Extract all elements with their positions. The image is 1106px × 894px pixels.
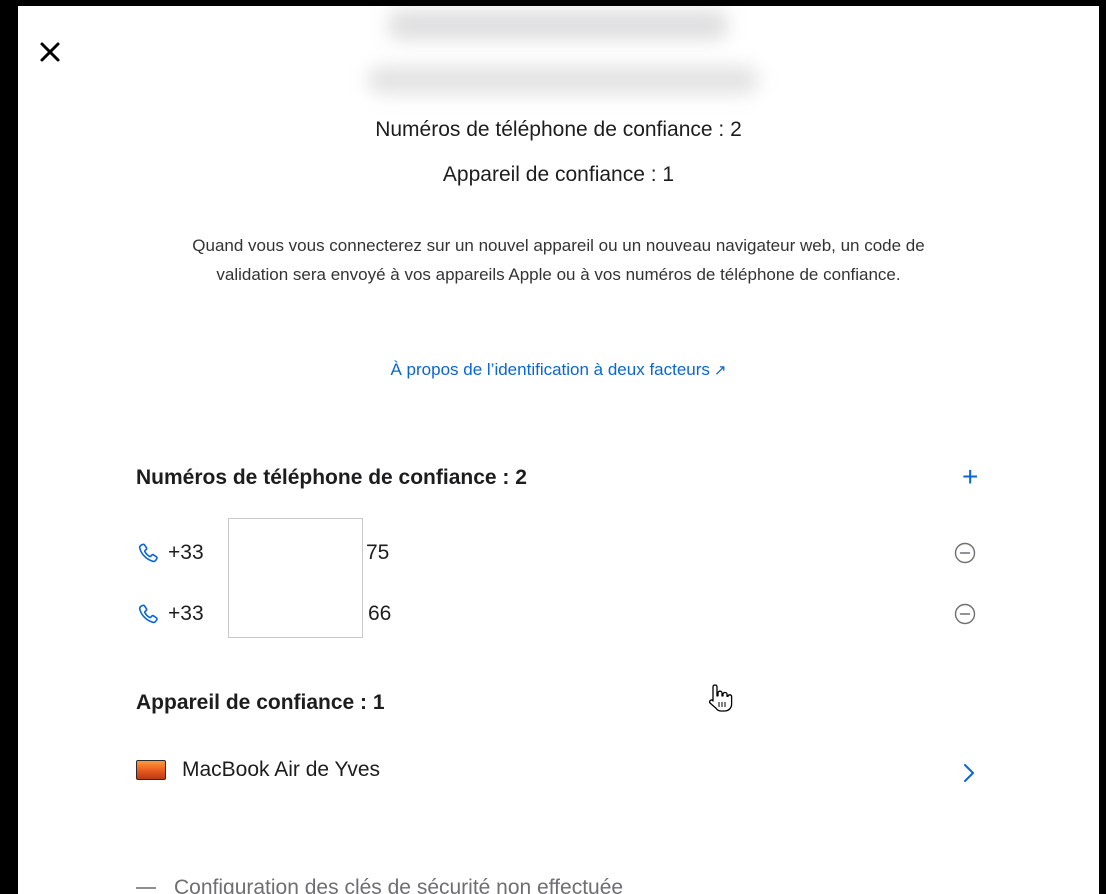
hand-cursor-icon [709,684,733,712]
summary-device: Appareil de confiance : 1 [442,163,675,186]
plus-icon[interactable]: + [962,461,978,493]
device-name: MacBook Air de Yves [182,758,381,781]
macbook-icon [136,760,166,780]
device-row-macbook[interactable]: MacBook Air de Yves [136,758,966,782]
phone-icon [138,543,158,563]
link-label: À propos de l’identification à deux fact… [390,360,710,379]
minus-circle-icon[interactable] [954,542,976,564]
blurred-header-line [368,66,758,94]
phones-section-title: Numéros de téléphone de confiance : 2 [136,466,527,489]
summary-phones: Numéros de téléphone de confiance : 2 [375,118,742,141]
close-icon[interactable] [36,38,64,66]
phone-prefix: +33 [168,541,204,564]
security-keys-status: Configuration des clés de sécurité non e… [136,876,623,894]
phone-icon [138,604,158,624]
phone-prefix: +33 [168,602,204,625]
two-factor-info-link[interactable]: À propos de l’identification à deux fact… [18,360,1099,380]
minus-circle-icon[interactable] [954,603,976,625]
security-keys-text: Configuration des clés de sécurité non e… [174,876,624,894]
device-section-title: Appareil de confiance : 1 [136,691,385,714]
dash-icon [136,887,156,889]
external-link-arrow-icon: ↗ [713,362,727,379]
description-text: Quand vous vous connecterez sur un nouve… [192,236,925,284]
phone-suffix: 66 [368,602,392,625]
two-factor-panel: Numéros de téléphone de confiance : 2 Ap… [18,6,1099,894]
phone-row: +33 75 [136,538,389,568]
phone-row: +33 66 [136,599,391,629]
phone-suffix: 75 [366,541,390,564]
chevron-right-icon[interactable] [962,761,976,785]
redaction-box [228,518,363,638]
blurred-header-line [388,10,728,40]
